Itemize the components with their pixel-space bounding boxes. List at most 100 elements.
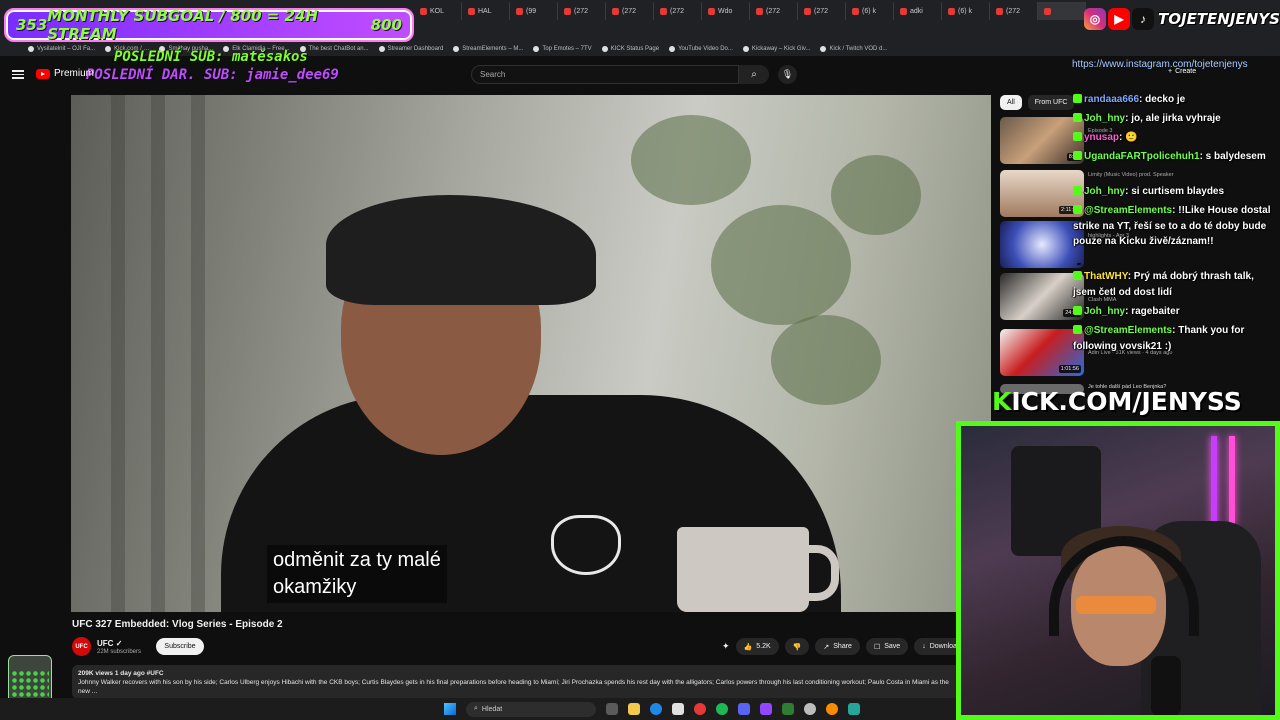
bookmark-label: StreamElements – M...: [462, 46, 524, 52]
channel-avatar[interactable]: UFC: [72, 637, 91, 656]
like-count: 5.2K: [756, 643, 771, 650]
recommendation-thumbnail[interactable]: 2:11:31: [1000, 170, 1084, 217]
bookmark-icon: ☐: [873, 643, 881, 651]
bookmark-item[interactable]: KICK Status Page: [601, 46, 659, 52]
browser-tab[interactable]: (272: [558, 2, 606, 20]
tab-label: (99: [526, 7, 537, 15]
video-scene-plant: [631, 115, 751, 205]
voice-search-icon[interactable]: 🎙: [778, 65, 797, 84]
save-button[interactable]: ☐ Save: [865, 638, 909, 655]
chat-message: Joh_hny: ragebaiter: [1073, 304, 1271, 320]
tab-label: (6) k: [958, 7, 972, 15]
browser-tab[interactable]: KOL: [414, 2, 462, 20]
tab-favicon-icon: [420, 7, 427, 15]
windows-start-icon[interactable]: [444, 703, 456, 715]
chip-from-ufc[interactable]: From UFC: [1027, 95, 1075, 110]
bookmark-item[interactable]: YouTube Video Do...: [669, 46, 733, 52]
bookmark-item[interactable]: Vysilatelnit – OJI Fa...: [28, 46, 95, 52]
chip-all[interactable]: All: [1000, 95, 1022, 110]
app-icon[interactable]: [782, 703, 794, 715]
search-button[interactable]: ⌕: [739, 65, 769, 84]
kick-badge-icon: [1073, 113, 1082, 122]
taskbar-search[interactable]: ⌕ Hledat: [466, 701, 596, 717]
instagram-icon: ◎: [1084, 8, 1106, 30]
obs-icon[interactable]: [804, 703, 816, 715]
search-input[interactable]: Search: [471, 65, 739, 84]
tab-favicon-icon: [948, 7, 955, 15]
ai-sparkle-icon[interactable]: ✦: [722, 641, 730, 652]
app-icon[interactable]: [848, 703, 860, 715]
kick-badge-icon: [1073, 94, 1082, 103]
chat-message: ynusap: 🙂: [1073, 130, 1271, 146]
bookmark-item[interactable]: StreamElements – M...: [453, 46, 523, 52]
bookmark-label: Kick / Twitch VOD d...: [829, 46, 888, 52]
youtube-brand-label: Premium: [54, 68, 95, 79]
recommendation-thumbnail[interactable]: 24:33: [1000, 273, 1084, 320]
bookmark-item[interactable]: Kickaway – Kick Giv...: [742, 46, 810, 52]
video-description[interactable]: 209K views 1 day ago #UFC Johnny Walker …: [72, 665, 962, 699]
browser-tab[interactable]: adki: [894, 2, 942, 20]
windows-taskbar: ⌕ Hledat: [0, 698, 956, 720]
browser-tab[interactable]: (6) k: [942, 2, 990, 20]
video-scene-mug: [677, 527, 839, 612]
task-view-icon[interactable]: [606, 703, 618, 715]
taskbar-search-label: Hledat: [481, 705, 503, 713]
video-subtitle: odměnit za ty malé okamžiky: [267, 545, 447, 603]
last-donation-text: POSLEDNÍ DAR. SUB: jamie_dee69: [86, 67, 339, 83]
kick-badge-icon: [1073, 186, 1082, 195]
bookmark-item[interactable]: Streamer Dashboard: [378, 46, 443, 52]
channel-subscriber-count: 22M subscribers: [97, 649, 142, 655]
chrome-icon[interactable]: [826, 703, 838, 715]
chrome-icon[interactable]: [694, 703, 706, 715]
bookmark-label: Vysilatelnit – OJI Fa...: [37, 46, 96, 52]
browser-tab[interactable]: HAL: [462, 2, 510, 20]
views-date: 209K views 1 day ago #UFC: [78, 670, 164, 677]
tab-favicon-icon: [756, 7, 763, 15]
subgoal-widget: 353 MONTHLY SUBGOAL / 800 = 24H STREAM 8…: [4, 7, 414, 43]
chat-text: : decko je: [1139, 94, 1186, 105]
browser-tab[interactable]: (272: [798, 2, 846, 20]
bookmark-item[interactable]: Top Emotes – 7TV: [533, 46, 592, 52]
last-sub-text: POSLEDNÍ SUB: matěsakos: [114, 49, 308, 65]
share-button[interactable]: ↗ Share: [815, 638, 860, 655]
browser-tab[interactable]: (272: [606, 2, 654, 20]
chat-username: @StreamElements: [1084, 205, 1173, 216]
youtube-logo[interactable]: Premium: [36, 68, 94, 79]
recommendation-thumbnail[interactable]: 8:11: [1000, 117, 1084, 164]
like-button[interactable]: 👍 5.2K: [735, 638, 779, 655]
recommendation-thumbnail[interactable]: [1000, 221, 1084, 268]
subtitle-line: okamžiky: [273, 576, 357, 598]
file-explorer-icon[interactable]: [628, 703, 640, 715]
tab-label: (272: [1006, 7, 1021, 15]
kick-badge-icon: [1073, 151, 1082, 160]
description-text: Johnny Walker recovers with his son by h…: [78, 679, 949, 695]
browser-tab-active[interactable]: [1038, 2, 1086, 20]
tab-label: HAL: [478, 7, 492, 15]
bookmark-item[interactable]: The best ChatBot an...: [299, 46, 369, 52]
tab-label: Wdo: [718, 7, 733, 15]
save-label: Save: [884, 643, 901, 650]
browser-tab[interactable]: (272: [750, 2, 798, 20]
video-player[interactable]: [71, 95, 991, 612]
spotify-icon[interactable]: [716, 703, 728, 715]
browser-tab[interactable]: (272: [654, 2, 702, 20]
channel-name[interactable]: UFC ✓: [97, 639, 122, 648]
browser-tab[interactable]: Wdo: [702, 2, 750, 20]
recommendation-chips: All From UFC: [1000, 95, 1075, 110]
app-icon[interactable]: [760, 703, 772, 715]
recommendation-thumbnail[interactable]: 1:01:56: [1000, 329, 1084, 376]
hamburger-menu-icon[interactable]: [12, 68, 24, 80]
browser-tab[interactable]: (99: [510, 2, 558, 20]
discord-icon[interactable]: [738, 703, 750, 715]
browser-tab[interactable]: (6) k: [846, 2, 894, 20]
edge-icon[interactable]: [650, 703, 662, 715]
dislike-button[interactable]: 👎: [784, 638, 810, 655]
recommendation-meta: Limity (Music Video) prod. Speaker: [1088, 172, 1174, 178]
tab-favicon-icon: [516, 7, 523, 15]
kick-k-letter: K: [992, 387, 1012, 416]
subscribe-button[interactable]: Subscribe: [156, 638, 204, 655]
browser-tab[interactable]: (272: [990, 2, 1038, 20]
webcam-scene-microphone: [1151, 656, 1181, 715]
store-icon[interactable]: [672, 703, 684, 715]
bookmark-item[interactable]: Kick / Twitch VOD d...: [820, 46, 887, 52]
